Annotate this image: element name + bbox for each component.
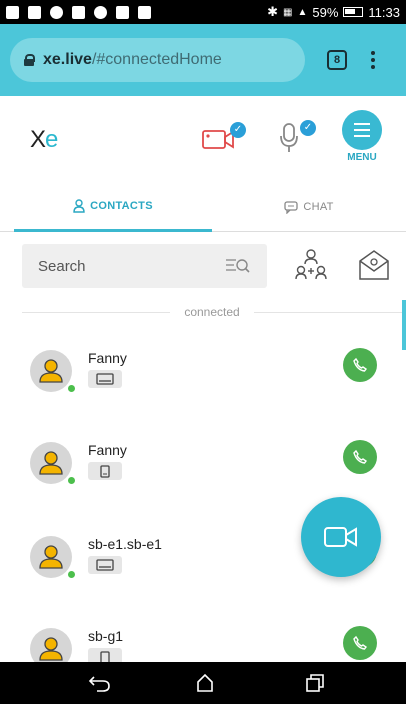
contact-row[interactable]: Fanny: [0, 336, 406, 416]
person-icon: [73, 198, 85, 213]
xe-logo[interactable]: Xe: [30, 126, 58, 154]
system-nav-bar: [0, 662, 406, 704]
tab-chat-label: CHAT: [303, 201, 334, 213]
battery-percent: 59%: [312, 4, 339, 20]
desktop-icon: [96, 373, 114, 385]
start-video-call-button[interactable]: [301, 497, 381, 577]
url-host: xe.live: [43, 51, 92, 68]
image-notification-icon: [116, 5, 129, 19]
app-notification-icon: [94, 5, 107, 19]
app-notification-icon: [50, 5, 63, 19]
lock-icon: [24, 54, 35, 66]
url-path: /#connectedHome: [91, 51, 222, 68]
phone-icon: [353, 635, 368, 650]
filter-search-icon[interactable]: [225, 256, 251, 276]
avatar: [30, 628, 72, 662]
mobile-icon: [100, 650, 110, 662]
tab-switcher-button[interactable]: 8: [327, 50, 347, 70]
home-icon[interactable]: [196, 673, 214, 693]
tab-bar: CONTACTS CHAT: [0, 182, 406, 232]
device-chip: [88, 648, 122, 662]
online-status-dot: [67, 384, 76, 393]
nfc-icon: ▦: [283, 6, 293, 18]
tab-contacts-label: CONTACTS: [90, 199, 153, 212]
invite-mail-icon[interactable]: [357, 248, 391, 282]
user-avatar-icon: [39, 451, 63, 475]
app-notification-icon: [72, 5, 85, 19]
user-avatar-icon: [39, 359, 63, 383]
phone-icon: [353, 357, 368, 372]
desktop-icon: [96, 559, 114, 571]
call-button[interactable]: [343, 440, 377, 474]
contact-name: Fanny: [88, 350, 127, 366]
microphone-settings-button[interactable]: ✓: [278, 116, 318, 156]
status-bar: ✱ ▦ ▲ 59% 11:33: [0, 0, 406, 24]
contact-name: sb-g1: [88, 628, 124, 644]
connected-label: connected: [184, 305, 240, 319]
notification-icons: [6, 5, 151, 19]
chat-bubble-icon: [284, 200, 298, 214]
search-input[interactable]: Search: [22, 244, 267, 288]
avatar: [30, 536, 72, 578]
hamburger-icon: [342, 110, 382, 150]
contact-row[interactable]: Fanny: [0, 428, 406, 508]
menu-label: MENU: [347, 152, 377, 163]
call-button[interactable]: [343, 626, 377, 660]
user-avatar-icon: [39, 637, 63, 661]
check-badge-icon: ✓: [300, 120, 316, 136]
add-group-icon[interactable]: [292, 246, 330, 284]
online-status-dot: [67, 476, 76, 485]
online-status-dot: [67, 570, 76, 579]
device-chip: [88, 370, 122, 388]
clock: 11:33: [368, 4, 400, 20]
video-settings-button[interactable]: ✓: [200, 118, 248, 156]
app-notification-icon: [138, 5, 151, 19]
avatar: [30, 350, 72, 392]
tab-chat[interactable]: CHAT: [212, 182, 406, 232]
call-button[interactable]: [343, 348, 377, 382]
menu-button[interactable]: MENU: [337, 110, 387, 170]
browser-menu-icon[interactable]: [371, 51, 375, 69]
battery-icon: [343, 7, 364, 17]
notification-icon: [6, 5, 19, 19]
device-chip: [88, 556, 122, 574]
search-placeholder: Search: [38, 257, 86, 275]
recent-apps-icon[interactable]: [305, 673, 325, 693]
contact-name: sb-e1.sb-e1: [88, 536, 162, 552]
tab-contacts[interactable]: CONTACTS: [14, 182, 212, 232]
bluetooth-icon: ✱: [267, 4, 279, 19]
phone-icon: [353, 449, 368, 464]
browser-toolbar: xe.live/#connectedHome 8: [0, 24, 406, 96]
device-chip: [88, 462, 122, 480]
back-icon[interactable]: [88, 673, 112, 693]
app-header: Xe ✓ ✓ MENU: [0, 96, 406, 182]
logo-x: X: [30, 126, 46, 153]
logo-e: e: [45, 126, 58, 153]
avatar: [30, 442, 72, 484]
video-camera-icon: [324, 527, 357, 547]
system-status: ✱ ▦ ▲ 59% 11:33: [267, 4, 400, 20]
connected-divider: connected: [22, 302, 402, 322]
mail-notification-icon: [28, 5, 41, 19]
signal-icon: ▲: [297, 6, 308, 18]
check-badge-icon: ✓: [230, 122, 246, 138]
user-avatar-icon: [39, 545, 63, 569]
contact-name: Fanny: [88, 442, 127, 458]
address-bar[interactable]: xe.live/#connectedHome: [10, 38, 305, 82]
mobile-icon: [100, 464, 110, 478]
contact-row[interactable]: sb-g1: [0, 614, 406, 662]
